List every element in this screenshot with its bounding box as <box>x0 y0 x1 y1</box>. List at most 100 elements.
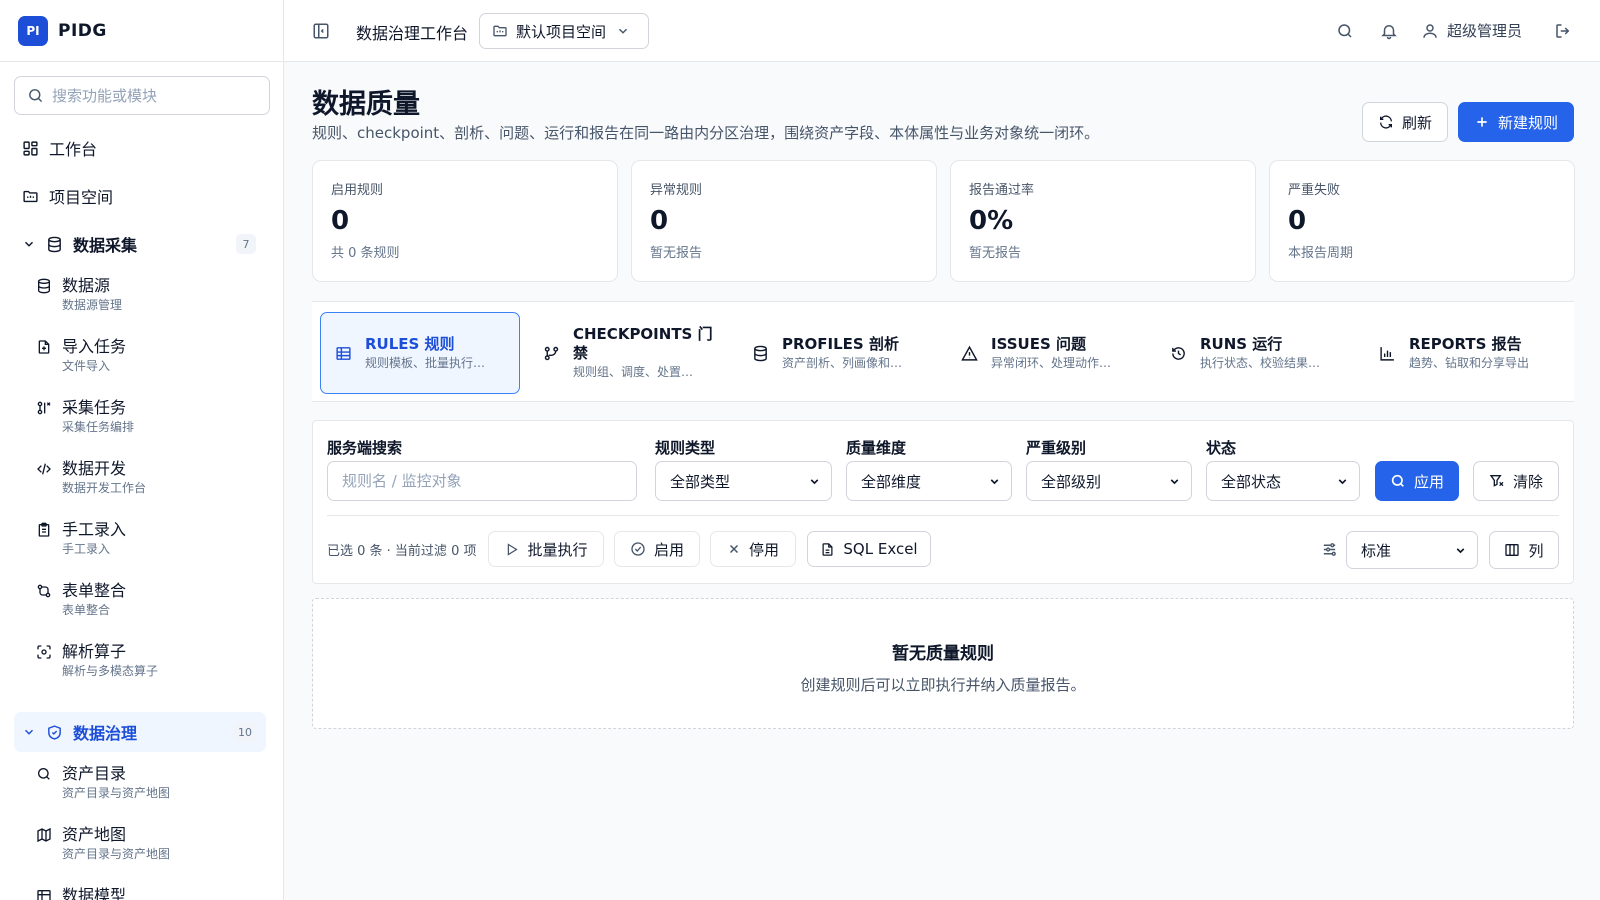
chevron-down-icon <box>1454 544 1467 557</box>
density-select[interactable]: 标准 <box>1346 531 1478 569</box>
file-import-icon <box>36 339 52 355</box>
search-icon <box>1390 473 1406 489</box>
bell-icon[interactable] <box>1380 22 1398 40</box>
tab-issues[interactable]: ISSUES 问题 异常闭环、处理动作… <box>947 312 1147 394</box>
sidebar-item-manual-entry[interactable]: 手工录入 手工录入 <box>36 520 264 572</box>
new-rule-button[interactable]: 新建规则 <box>1458 102 1574 142</box>
code-icon <box>36 461 52 477</box>
history-icon <box>1170 345 1188 362</box>
stat-label: 报告通过率 <box>969 183 1035 198</box>
clear-button[interactable]: 清除 <box>1473 461 1559 501</box>
chevron-down-icon <box>1336 475 1349 488</box>
nav-group-data-governance[interactable]: 数据治理 10 <box>14 712 266 752</box>
severity-select[interactable]: 全部级别 <box>1026 461 1192 501</box>
bulk-run-label: 批量执行 <box>527 540 588 559</box>
sidebar-item-parser[interactable]: 解析算子 解析与多模态算子 <box>36 642 264 694</box>
nav-group-label: 数据采集 <box>73 236 138 255</box>
table-icon <box>335 345 353 362</box>
section-tabs: RULES 规则 规则模板、批量执行… CHECKPOINTS 门禁 规则组、调度、… <box>312 301 1574 402</box>
sidebar-toggle-icon[interactable] <box>312 22 330 40</box>
severity-label: 严重级别 <box>1026 439 1087 457</box>
chevron-down-icon <box>22 237 36 251</box>
sql-excel-label: SQL Excel <box>843 540 918 558</box>
status-select[interactable]: 全部状态 <box>1206 461 1360 501</box>
count-badge: 7 <box>236 234 256 254</box>
sidebar-item-datasource[interactable]: 数据源 数据源管理 <box>36 276 264 328</box>
sql-excel-button[interactable]: SQL Excel <box>807 531 931 567</box>
sidebar-item-collect-task[interactable]: 采集任务采集任务编排 <box>36 398 264 450</box>
warning-icon <box>961 345 979 362</box>
dimension-value: 全部维度 <box>861 472 922 491</box>
sidebar-item-label: 数据源 <box>62 276 111 295</box>
git-branch-icon <box>543 345 561 362</box>
scan-icon <box>36 644 52 660</box>
dimension-select[interactable]: 全部维度 <box>846 461 1012 501</box>
sidebar-item-sub: 表单整合 <box>62 603 111 617</box>
page-title: 数据质量 <box>312 89 420 120</box>
tab-rules[interactable]: RULES 规则 规则模板、批量执行… <box>320 312 520 394</box>
folder-icon <box>492 23 508 39</box>
rule-search-input[interactable] <box>327 461 637 501</box>
sidebar: PI PIDG 工作台 项目空间 数据采集 7 数据源数据源管理 <box>0 0 284 900</box>
apply-label: 应用 <box>1413 472 1444 491</box>
sidebar-item-sub: 采集任务编排 <box>62 420 135 434</box>
sidebar-search[interactable] <box>14 76 270 115</box>
nav-item-workbench[interactable]: 工作台 <box>14 128 266 168</box>
tab-subtitle: 执行状态、校验结果… <box>1200 355 1321 370</box>
check-circle-icon <box>630 541 646 557</box>
sidebar-item-sub: 数据开发工作台 <box>62 481 147 495</box>
user-menu[interactable]: 超级管理员 <box>1421 20 1522 41</box>
filter-clear-icon <box>1489 473 1505 489</box>
sidebar-item-label: 表单整合 <box>62 581 127 600</box>
chevron-down-icon <box>22 725 36 739</box>
bulk-run-button[interactable]: 批量执行 <box>488 531 604 567</box>
apply-button[interactable]: 应用 <box>1375 461 1459 501</box>
tab-title: REPORTS 报告 <box>1409 334 1522 353</box>
stat-value: 0% <box>969 206 1014 236</box>
rule-type-value: 全部类型 <box>670 472 731 491</box>
sliders-icon[interactable] <box>1321 541 1338 558</box>
project-selector[interactable]: 默认项目空间 <box>479 13 649 49</box>
tab-title: RULES 规则 <box>365 334 455 353</box>
sidebar-item-asset-catalog[interactable]: 资产目录 资产目录与资产地图 <box>36 764 264 816</box>
folder-icon <box>22 188 39 205</box>
nav-group-label: 数据治理 <box>73 724 138 743</box>
tab-runs[interactable]: RUNS 运行执行状态、校验结果… <box>1156 312 1356 394</box>
tab-profiles[interactable]: PROFILES 剖析 资产剖析、列画像和… <box>738 312 938 394</box>
logout-icon[interactable] <box>1554 22 1572 40</box>
columns-label: 列 <box>1528 541 1544 560</box>
stat-card-pass-rate: 报告通过率 0% 暂无报告 <box>950 160 1256 282</box>
rule-type-select[interactable]: 全部类型 <box>655 461 832 501</box>
tab-title: RUNS 运行 <box>1200 334 1283 353</box>
user-name: 超级管理员 <box>1447 22 1523 40</box>
map-icon <box>36 827 52 843</box>
sidebar-search-input[interactable] <box>52 86 252 105</box>
sidebar-item-import[interactable]: 导入任务 文件导入 <box>36 337 264 389</box>
columns-button[interactable]: 列 <box>1489 531 1559 569</box>
stat-label: 异常规则 <box>650 183 703 198</box>
count-badge: 10 <box>234 722 256 742</box>
dimension-label: 质量维度 <box>846 439 907 457</box>
sidebar-item-asset-map[interactable]: 资产地图 资产目录与资产地图 <box>36 825 264 877</box>
refresh-button[interactable]: 刷新 <box>1362 102 1448 142</box>
table-icon <box>36 888 52 900</box>
sidebar-item-label: 采集任务 <box>62 398 127 417</box>
tab-checkpoints[interactable]: CHECKPOINTS 门禁 规则组、调度、处置… <box>529 312 729 394</box>
tab-reports[interactable]: REPORTS 报告 趋势、钻取和分享导出 <box>1365 312 1565 394</box>
enable-button[interactable]: 启用 <box>614 531 700 567</box>
stat-sub: 本报告周期 <box>1288 246 1354 261</box>
sidebar-item-data-model[interactable]: 数据模型 <box>36 886 264 900</box>
sidebar-item-data-dev[interactable]: 数据开发 数据开发工作台 <box>36 459 264 511</box>
search-icon[interactable] <box>1336 22 1354 40</box>
search-icon <box>27 87 44 104</box>
disable-button[interactable]: 停用 <box>710 531 796 567</box>
stat-value: 0 <box>331 206 350 236</box>
sidebar-item-form-merge[interactable]: 表单整合 表单整合 <box>36 581 264 633</box>
top-header: 数据治理工作台 默认项目空间 超级管理员 <box>284 0 1600 62</box>
nav-group-data-collection[interactable]: 数据采集 7 <box>14 224 266 264</box>
filter-panel: 服务端搜索 规则类型 全部类型 质量维度 全部维度 严重级别 全部级别 状态 全… <box>312 420 1574 584</box>
search-icon <box>36 766 52 782</box>
nav-item-projects[interactable]: 项目空间 <box>14 176 266 216</box>
database-icon <box>36 278 52 294</box>
nav-item-label: 项目空间 <box>49 188 114 207</box>
